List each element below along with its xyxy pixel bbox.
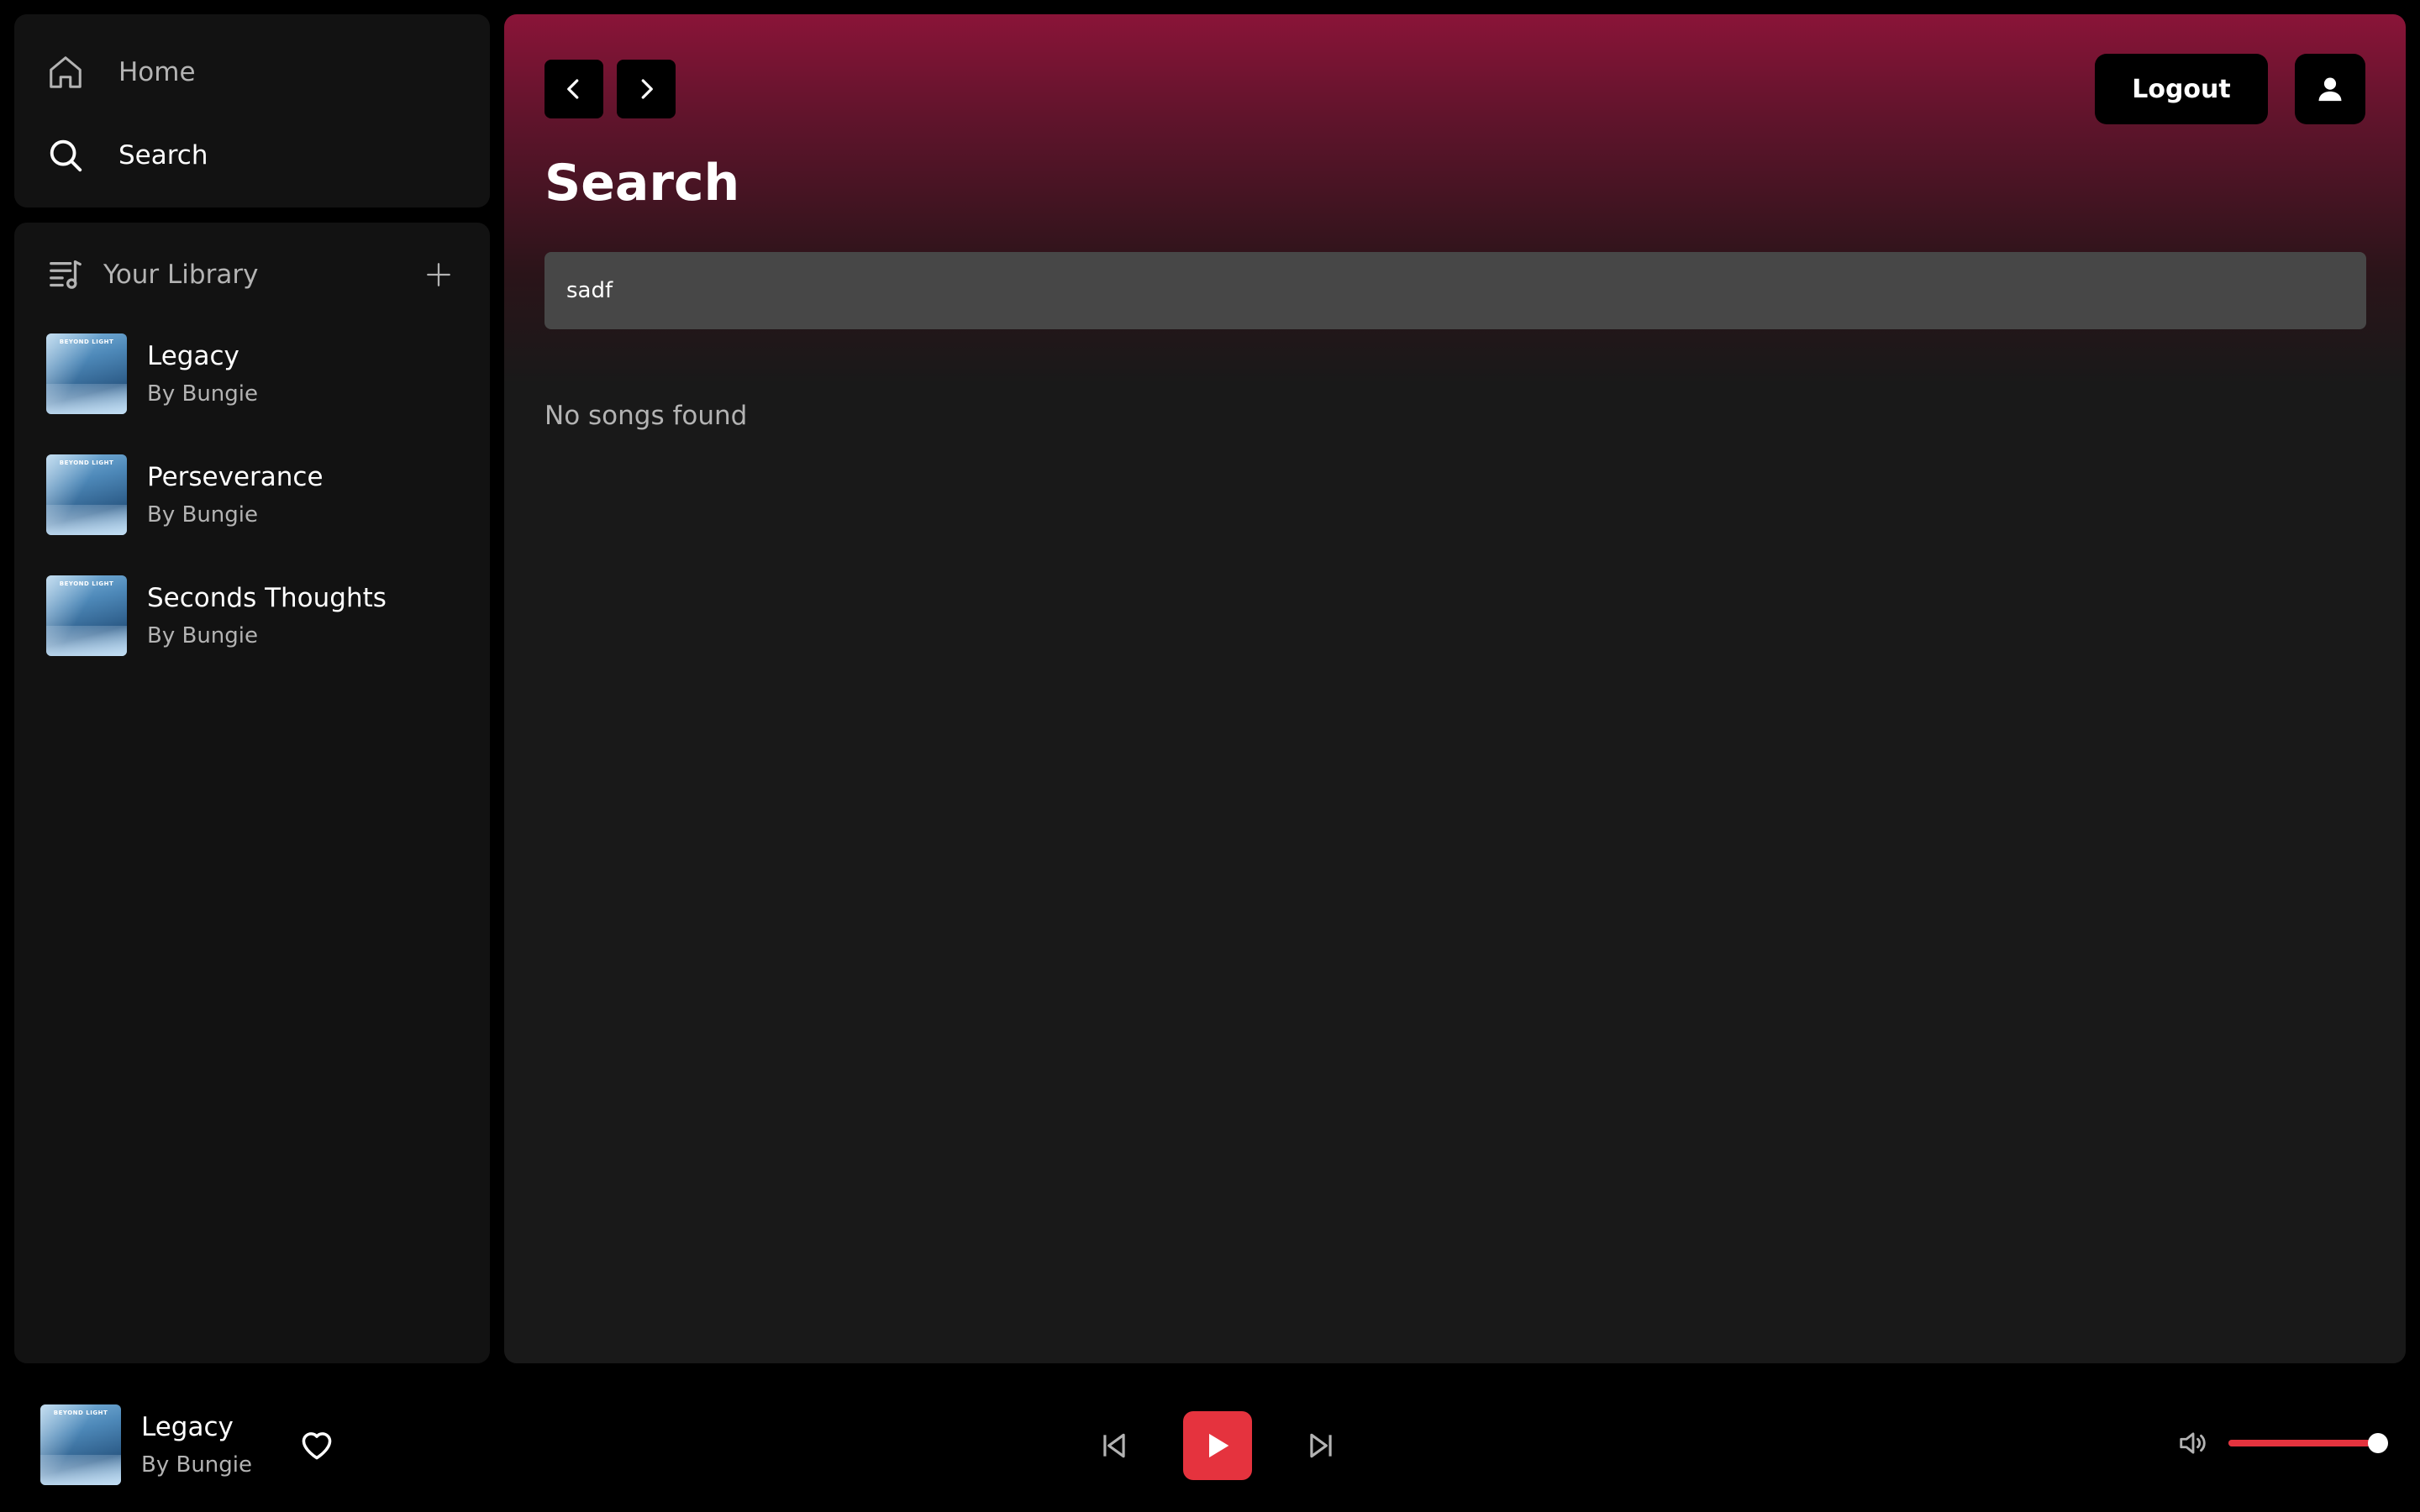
logout-button[interactable]: Logout <box>2095 54 2268 124</box>
history-nav <box>544 60 689 118</box>
nav-home[interactable]: Home <box>46 45 458 100</box>
empty-results-message: No songs found <box>544 401 748 431</box>
library-panel: Your Library BEYOND LIGHT Legacy By Bung… <box>14 223 490 1363</box>
song-cover: BEYOND LIGHT <box>46 454 127 535</box>
play-icon <box>1209 1433 1229 1458</box>
now-playing-artist: By Bungie <box>141 1452 253 1478</box>
song-cover: BEYOND LIGHT <box>46 575 127 656</box>
skip-next-icon <box>1310 1433 1332 1458</box>
nav-panel: Home Search <box>14 14 490 207</box>
search-input[interactable] <box>544 252 2366 329</box>
previous-button[interactable] <box>1092 1424 1136 1467</box>
library-title: Your Library <box>103 260 259 290</box>
search-icon <box>46 136 85 175</box>
add-playlist-button[interactable] <box>419 255 458 294</box>
song-title: Perseverance <box>147 462 324 492</box>
now-playing-title: Legacy <box>141 1412 234 1442</box>
nav-home-label: Home <box>118 57 196 87</box>
profile-button[interactable] <box>2295 54 2365 124</box>
user-icon <box>2318 77 2342 102</box>
forward-button[interactable] <box>617 60 676 118</box>
library-song-item[interactable]: BEYOND LIGHT Legacy By Bungie <box>46 333 458 414</box>
song-artist: By Bungie <box>147 623 259 648</box>
library-header: Your Library <box>46 249 458 300</box>
page-title: Search <box>544 154 740 213</box>
chevron-left-icon <box>567 79 579 99</box>
now-playing: BEYOND LIGHT Legacy By Bungie <box>40 1404 338 1485</box>
next-button[interactable] <box>1299 1424 1343 1467</box>
song-cover: BEYOND LIGHT <box>46 333 127 414</box>
main-panel: Logout Search No songs found <box>504 14 2406 1363</box>
song-title: Legacy <box>147 341 239 371</box>
library-song-item[interactable]: BEYOND LIGHT Seconds Thoughts By Bungie <box>46 575 458 656</box>
heart-icon <box>302 1432 332 1460</box>
play-button[interactable] <box>1183 1411 1252 1480</box>
plus-icon <box>427 263 450 286</box>
library-icon <box>46 255 85 294</box>
now-playing-cover: BEYOND LIGHT <box>40 1404 121 1485</box>
volume-thumb[interactable] <box>2368 1433 2388 1453</box>
library-song-item[interactable]: BEYOND LIGHT Perseverance By Bungie <box>46 454 458 535</box>
chevron-right-icon <box>641 79 653 99</box>
volume-slider[interactable] <box>2228 1433 2388 1453</box>
back-button[interactable] <box>544 60 603 118</box>
song-title: Seconds Thoughts <box>147 583 387 613</box>
volume-control <box>2175 1425 2388 1462</box>
song-artist: By Bungie <box>147 502 259 528</box>
playback-controls <box>1092 1411 1343 1480</box>
volume-fill <box>2228 1440 2378 1446</box>
volume-icon[interactable] <box>2175 1425 2212 1462</box>
skip-previous-icon <box>1103 1433 1125 1458</box>
song-artist: By Bungie <box>147 381 259 407</box>
like-button[interactable] <box>296 1424 338 1466</box>
nav-search-label: Search <box>118 140 208 171</box>
nav-search[interactable]: Search <box>46 128 458 183</box>
home-icon <box>46 53 85 92</box>
player-bar: BEYOND LIGHT Legacy By Bungie <box>0 1378 2420 1512</box>
